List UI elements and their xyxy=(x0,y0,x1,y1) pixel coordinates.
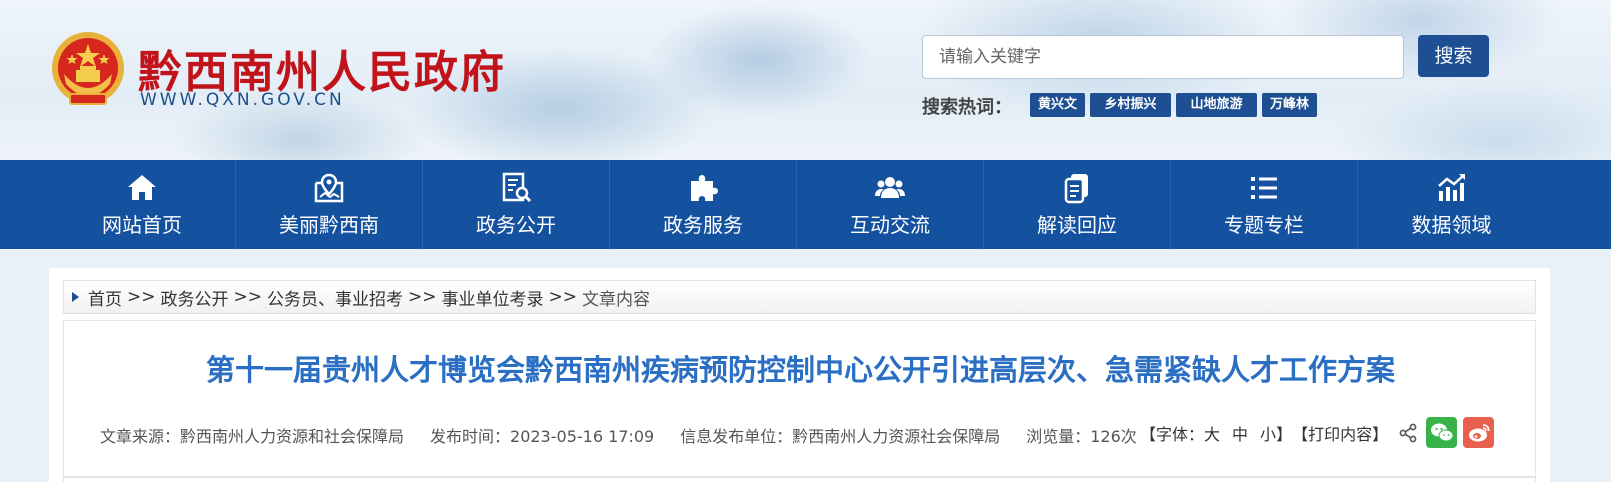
hot-tag[interactable]: 黄兴文 xyxy=(1030,93,1086,117)
nav-item-beautiful-qxn[interactable]: 美丽黔西南 xyxy=(236,160,423,249)
font-size-medium-button[interactable]: 中 xyxy=(1232,421,1248,445)
font-size-prefix: 【字体： xyxy=(1140,424,1205,444)
article-views: 浏览量：126次 xyxy=(1026,427,1137,446)
hot-tag[interactable]: 山地旅游 xyxy=(1176,93,1258,117)
nav-item-interpretation[interactable]: 解读回应 xyxy=(984,160,1171,249)
nav-label: 网站首页 xyxy=(102,213,182,237)
article-tools: 【字体： 大 中 小 】 【打印内容】 xyxy=(1140,417,1495,448)
copy-document-icon xyxy=(1064,174,1088,204)
weibo-share-button[interactable] xyxy=(1463,417,1495,448)
map-pin-icon xyxy=(314,173,344,203)
breadcrumb-separator: >> xyxy=(127,287,156,307)
breadcrumb-item-home[interactable]: 首页 xyxy=(88,285,122,310)
site-header: 黔西南州人民政府 WWW.QXN.GOV.CN 请输入关键字 搜索 搜索热词： … xyxy=(0,0,1611,160)
article-title: 第十一届贵州人才博览会黔西南州疾病预防控制中心公开引进高层次、急需紧缺人才工作方… xyxy=(205,353,1395,387)
list-icon xyxy=(1251,177,1277,199)
breadcrumb-separator: >> xyxy=(408,287,437,307)
nav-item-special-topics[interactable]: 专题专栏 xyxy=(1171,160,1358,249)
document-search-icon xyxy=(502,172,532,203)
hot-tag[interactable]: 万峰林 xyxy=(1262,93,1318,117)
weibo-icon xyxy=(1468,423,1490,441)
national-emblem-icon xyxy=(52,32,124,105)
breadcrumb-separator: >> xyxy=(233,287,263,307)
people-icon xyxy=(875,177,905,198)
breadcrumb: 首页 >> 政务公开 >> 公务员、事业招考 >> 事业单位考录 >> 文章内容 xyxy=(63,280,1536,314)
font-size-suffix: 】 xyxy=(1276,424,1293,444)
search-input[interactable]: 请输入关键字 xyxy=(922,35,1404,79)
home-icon xyxy=(128,175,156,200)
breadcrumb-item-current: 文章内容 xyxy=(582,289,650,310)
article-publish-time: 发布时间：2023-05-16 17:09 xyxy=(430,427,655,446)
chart-trend-icon xyxy=(1437,174,1465,201)
nav-item-interaction[interactable]: 互动交流 xyxy=(797,160,984,249)
hot-keywords-label: 搜索热词： xyxy=(922,97,1012,118)
article-header: 第十一届贵州人才博览会黔西南州疾病预防控制中心公开引进高层次、急需紧缺人才工作方… xyxy=(63,320,1536,482)
main-nav: 网站首页 美丽黔西南 政务公开 政务服务 互动交流 解读回应 专题专栏 数据领域 xyxy=(0,160,1611,249)
breadcrumb-separator: >> xyxy=(548,287,578,307)
print-button[interactable]: 【打印内容】 xyxy=(1292,421,1388,445)
nav-label: 政务公开 xyxy=(476,213,556,237)
nav-item-gov-services[interactable]: 政务服务 xyxy=(610,160,797,249)
nav-label: 互动交流 xyxy=(850,213,930,237)
hot-keywords: 黄兴文 乡村振兴 山地旅游 万峰林 xyxy=(1030,93,1318,117)
divider xyxy=(63,476,1536,478)
nav-label: 专题专栏 xyxy=(1224,213,1304,237)
breadcrumb-item-gov-affairs[interactable]: 政务公开 xyxy=(161,285,229,310)
hot-tag[interactable]: 乡村振兴 xyxy=(1090,93,1172,117)
font-size-small-button[interactable]: 小 xyxy=(1260,421,1276,445)
breadcrumb-item-recruitment[interactable]: 公务员、事业招考 xyxy=(267,285,403,310)
nav-item-gov-affairs-open[interactable]: 政务公开 xyxy=(423,160,610,249)
puzzle-icon xyxy=(691,175,718,201)
nav-item-data-fields[interactable]: 数据领域 xyxy=(1358,160,1545,249)
site-url[interactable]: WWW.QXN.GOV.CN xyxy=(140,90,345,110)
nav-label: 美丽黔西南 xyxy=(279,213,379,237)
article-publisher: 信息发布单位：黔西南州人力资源社会保障局 xyxy=(680,427,1001,446)
main-content: 首页 >> 政务公开 >> 公务员、事业招考 >> 事业单位考录 >> 文章内容… xyxy=(49,268,1550,482)
nav-item-home[interactable]: 网站首页 xyxy=(49,160,236,249)
wechat-share-button[interactable] xyxy=(1426,417,1458,448)
breadcrumb-item-institution-exam[interactable]: 事业单位考录 xyxy=(442,285,544,310)
share-icon[interactable] xyxy=(1398,423,1418,443)
wechat-icon xyxy=(1430,423,1454,441)
article-meta: 文章来源：黔西南州人力资源和社会保障局 发布时间：2023-05-16 17:0… xyxy=(100,423,1163,447)
nav-label: 解读回应 xyxy=(1037,213,1117,237)
nav-label: 数据领域 xyxy=(1411,213,1492,237)
article-source: 文章来源：黔西南州人力资源和社会保障局 xyxy=(100,427,405,446)
nav-label: 政务服务 xyxy=(663,213,743,237)
breadcrumb-arrow-icon xyxy=(72,292,79,302)
font-size-large-button[interactable]: 大 xyxy=(1204,421,1220,445)
search-button[interactable]: 搜索 xyxy=(1418,35,1489,77)
